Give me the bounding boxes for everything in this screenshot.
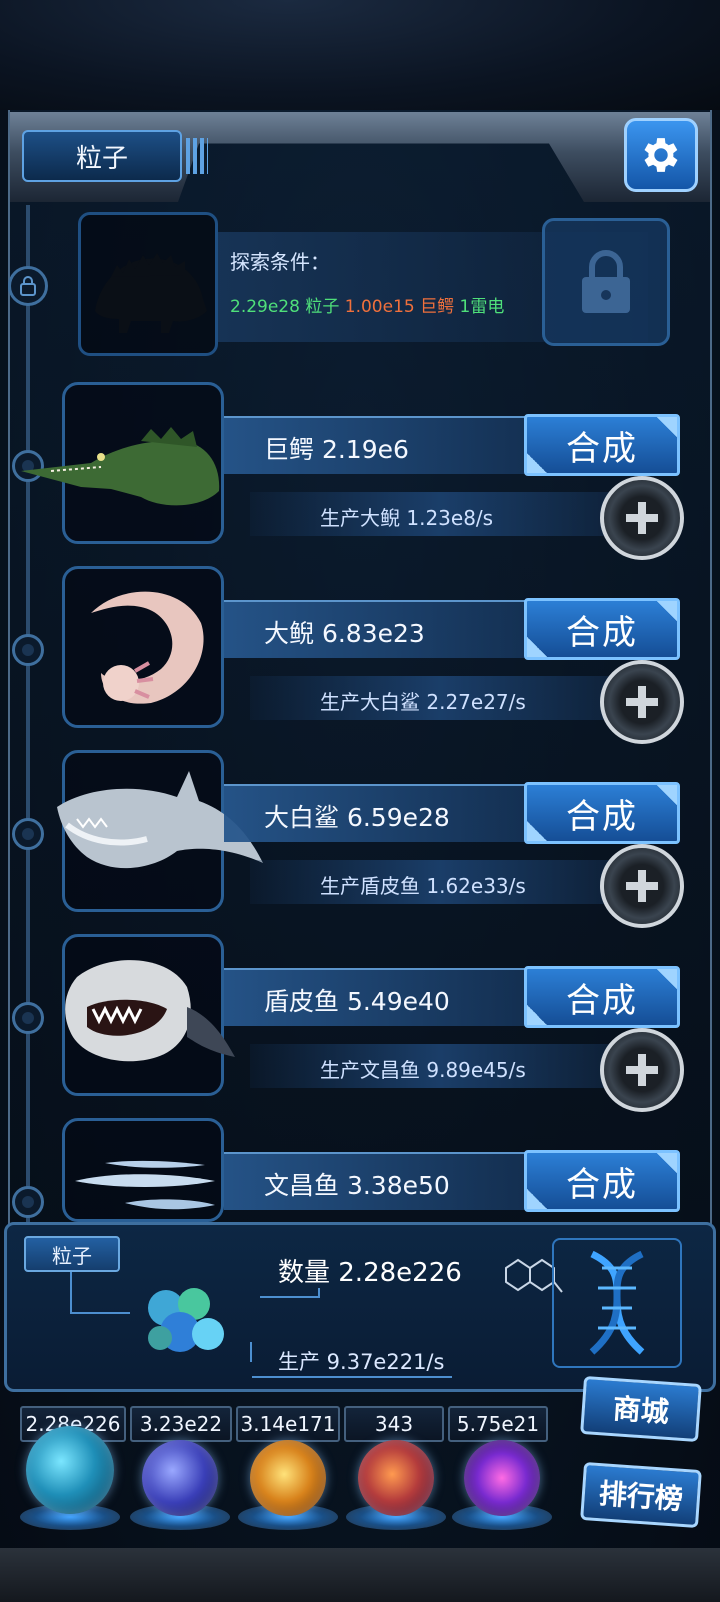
resource-value-brain: 343 xyxy=(344,1406,444,1442)
rail-node xyxy=(12,818,44,850)
ranking-label: 排行榜 xyxy=(597,1477,684,1516)
synthesize-label: 合成 xyxy=(566,1164,638,1205)
circuit-line xyxy=(252,1376,452,1378)
explore-title: 探索条件： xyxy=(230,250,330,274)
circuit-line xyxy=(260,1296,320,1298)
synthesize-button[interactable]: 合成 xyxy=(524,966,680,1028)
circuit-line xyxy=(70,1312,130,1314)
particle-orb-icon[interactable] xyxy=(26,1426,114,1514)
resource-tab[interactable]: 粒子 xyxy=(22,130,182,182)
add-button[interactable] xyxy=(600,476,684,560)
creature-name: 大鲵 6.83e23 xyxy=(264,619,425,648)
space-background xyxy=(0,0,720,110)
dna-research-button[interactable] xyxy=(552,1238,682,1368)
axolotl-icon xyxy=(91,591,204,704)
plus-icon xyxy=(626,870,658,902)
creature-card-placoderm[interactable] xyxy=(62,934,235,1096)
resource-value-lightning: 3.23e22 xyxy=(130,1406,232,1442)
brain-orb-icon[interactable] xyxy=(358,1440,434,1516)
padlock-icon xyxy=(582,250,630,313)
synthesize-button[interactable]: 合成 xyxy=(524,598,680,660)
synthesize-label: 合成 xyxy=(566,796,638,837)
rail-lock-icon xyxy=(8,266,48,306)
resource-value-vortex: 5.75e21 xyxy=(448,1406,548,1442)
particle-production: 生产 9.37e221/s xyxy=(278,1350,445,1374)
tab-grip xyxy=(186,138,208,174)
creature-name: 大白鲨 6.59e28 xyxy=(264,803,450,832)
synthesize-label: 合成 xyxy=(566,980,638,1021)
vortex-orb-icon[interactable] xyxy=(464,1440,540,1516)
rail-node xyxy=(12,1186,44,1218)
synthesize-button[interactable]: 合成 xyxy=(524,782,680,844)
creature-card-shark[interactable] xyxy=(57,750,263,912)
creature-name: 文昌鱼 3.38e50 xyxy=(264,1171,450,1200)
shop-button[interactable]: 商城 xyxy=(580,1375,702,1443)
circuit-line xyxy=(318,1288,320,1298)
creature-production: 生产大白鲨 2.27e27/s xyxy=(320,690,526,714)
creature-production: 生产大鲵 1.23e8/s xyxy=(320,506,494,530)
circuit-line xyxy=(70,1272,72,1312)
resource-value-fire: 3.14e171 xyxy=(236,1406,340,1442)
crocodile-icon xyxy=(21,427,220,506)
condition-particle: 2.29e28 粒子 xyxy=(230,297,340,317)
resource-tab-label: 粒子 xyxy=(75,143,128,174)
synthesize-label: 合成 xyxy=(566,612,638,653)
ranking-button[interactable]: 排行榜 xyxy=(580,1461,702,1529)
plus-icon xyxy=(626,1054,658,1086)
hedgehog-silhouette-icon xyxy=(95,253,207,333)
shop-label: 商城 xyxy=(611,1392,670,1429)
panel-tab: 粒子 xyxy=(24,1236,120,1272)
synthesize-button[interactable]: 合成 xyxy=(524,414,680,476)
creature-name: 巨鳄 2.19e6 xyxy=(264,435,409,464)
footer-base xyxy=(0,1548,720,1602)
creature-name: 盾皮鱼 5.49e40 xyxy=(264,987,450,1016)
creature-production: 生产盾皮鱼 1.62e33/s xyxy=(320,874,526,898)
settings-button[interactable] xyxy=(624,118,698,192)
creature-card-lancelet[interactable] xyxy=(62,1118,224,1222)
lancelet-icon xyxy=(75,1160,215,1210)
add-button[interactable] xyxy=(600,844,684,928)
condition-lightning: 1雷电 xyxy=(459,297,505,317)
synthesize-label: 合成 xyxy=(566,428,638,469)
armored-fish-icon xyxy=(65,960,235,1062)
explore-lock-button[interactable] xyxy=(542,218,670,346)
lightning-orb-icon[interactable] xyxy=(142,1440,218,1516)
side-rail xyxy=(26,205,30,1235)
explore-conditions: 2.29e28 粒子 1.00e15 巨鳄 1雷电 xyxy=(230,292,504,317)
particle-cluster-icon xyxy=(148,1288,224,1352)
panel-tab-label: 粒子 xyxy=(52,1243,92,1268)
circuit-line xyxy=(250,1342,252,1362)
creature-card-crocodile[interactable] xyxy=(21,382,224,544)
add-button[interactable] xyxy=(600,660,684,744)
add-button[interactable] xyxy=(600,1028,684,1112)
creature-card-salamander[interactable] xyxy=(62,566,224,728)
synthesize-button[interactable]: 合成 xyxy=(524,1150,680,1212)
particle-quantity: 数量 2.28e226 xyxy=(278,1258,462,1288)
condition-crocodile: 1.00e15 巨鳄 xyxy=(344,297,455,317)
rail-node xyxy=(12,634,44,666)
gear-icon xyxy=(644,138,678,172)
plus-icon xyxy=(626,502,658,534)
plus-icon xyxy=(626,686,658,718)
locked-creature-frame xyxy=(78,212,218,356)
fire-orb-icon[interactable] xyxy=(250,1440,326,1516)
dna-icon xyxy=(589,1250,645,1355)
creature-production: 生产文昌鱼 9.89e45/s xyxy=(320,1058,526,1082)
